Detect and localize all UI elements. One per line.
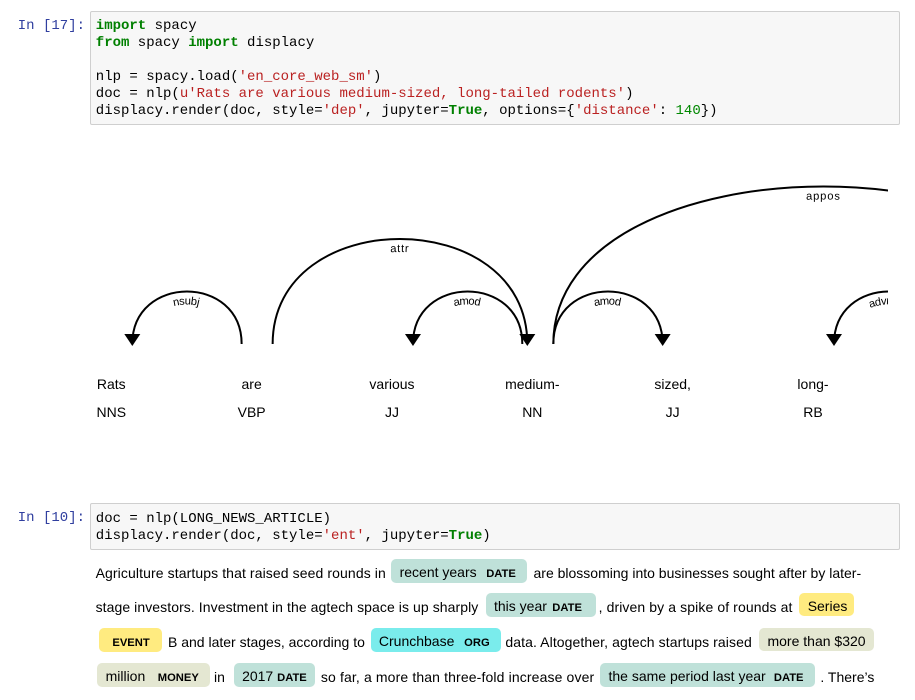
svg-text:long-: long- <box>797 376 828 392</box>
svg-text:NNS: NNS <box>97 404 127 420</box>
svg-text:medium-: medium- <box>505 376 560 392</box>
svg-text:JJ: JJ <box>385 404 399 420</box>
svg-text:advmod: advmod <box>867 295 888 310</box>
svg-text:Rats: Rats <box>97 376 126 392</box>
svg-text:JJ: JJ <box>666 404 680 420</box>
svg-text:attr: attr <box>390 243 410 255</box>
svg-text:VBP: VBP <box>238 404 266 420</box>
svg-text:amod: amod <box>593 295 623 309</box>
svg-text:amod: amod <box>453 295 483 309</box>
svg-text:appos: appos <box>806 190 841 202</box>
svg-text:NN: NN <box>522 404 542 420</box>
svg-text:are: are <box>242 376 262 392</box>
svg-text:sized,: sized, <box>654 376 691 392</box>
svg-text:various: various <box>369 376 414 392</box>
svg-text:RB: RB <box>803 404 822 420</box>
svg-text:nsubj: nsubj <box>172 295 202 309</box>
